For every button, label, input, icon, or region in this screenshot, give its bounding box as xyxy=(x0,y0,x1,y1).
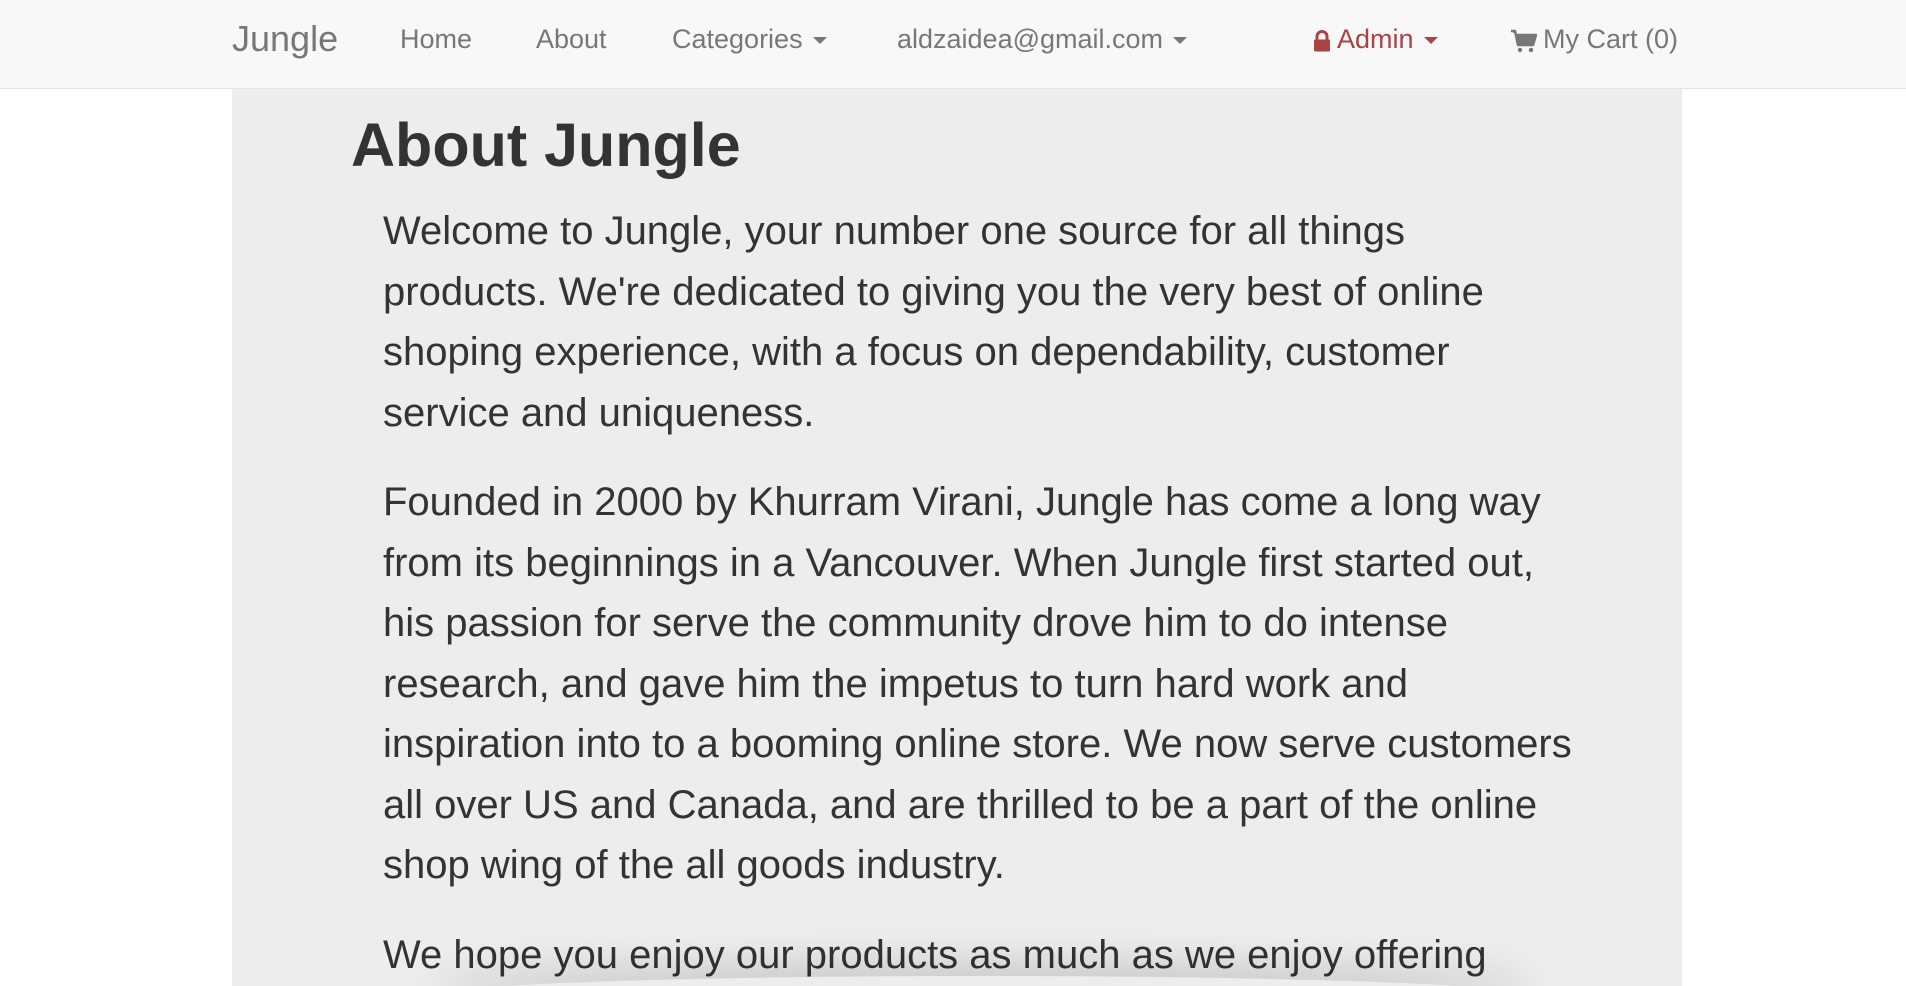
admin-label: Admin xyxy=(1337,24,1414,54)
nav-about-link[interactable]: About xyxy=(536,0,607,78)
cart-link[interactable]: My Cart (0) xyxy=(1510,0,1678,78)
admin-dropdown[interactable]: Admin xyxy=(1313,0,1438,78)
about-paragraph-welcome: Welcome to Jungle, your number one sourc… xyxy=(383,209,1484,435)
about-paragraph-closing: We hope you enjoy our products as much a… xyxy=(383,932,1487,977)
page-title: About Jungle xyxy=(351,111,741,179)
user-account-dropdown[interactable]: aldzaidea@gmail.com xyxy=(897,0,1188,78)
about-text: Welcome to Jungle, your number one sourc… xyxy=(383,201,1573,986)
top-navbar: Jungle Home About Categories aldzaidea@g… xyxy=(0,0,1906,89)
lock-icon xyxy=(1313,29,1331,52)
cart-label: My Cart (0) xyxy=(1543,24,1678,54)
categories-label: Categories xyxy=(672,24,803,54)
brand-link[interactable]: Jungle xyxy=(232,0,338,78)
caret-down-icon xyxy=(812,37,827,45)
nav-home-link[interactable]: Home xyxy=(400,0,472,78)
categories-dropdown[interactable]: Categories xyxy=(672,0,827,78)
shopping-cart-icon xyxy=(1510,29,1537,53)
user-email-label: aldzaidea@gmail.com xyxy=(897,24,1164,54)
about-content: About Jungle Welcome to Jungle, your num… xyxy=(232,89,1682,986)
caret-down-icon xyxy=(1423,37,1438,45)
about-paragraph-history: Founded in 2000 by Khurram Virani, Jungl… xyxy=(383,480,1572,887)
caret-down-icon xyxy=(1173,37,1188,45)
